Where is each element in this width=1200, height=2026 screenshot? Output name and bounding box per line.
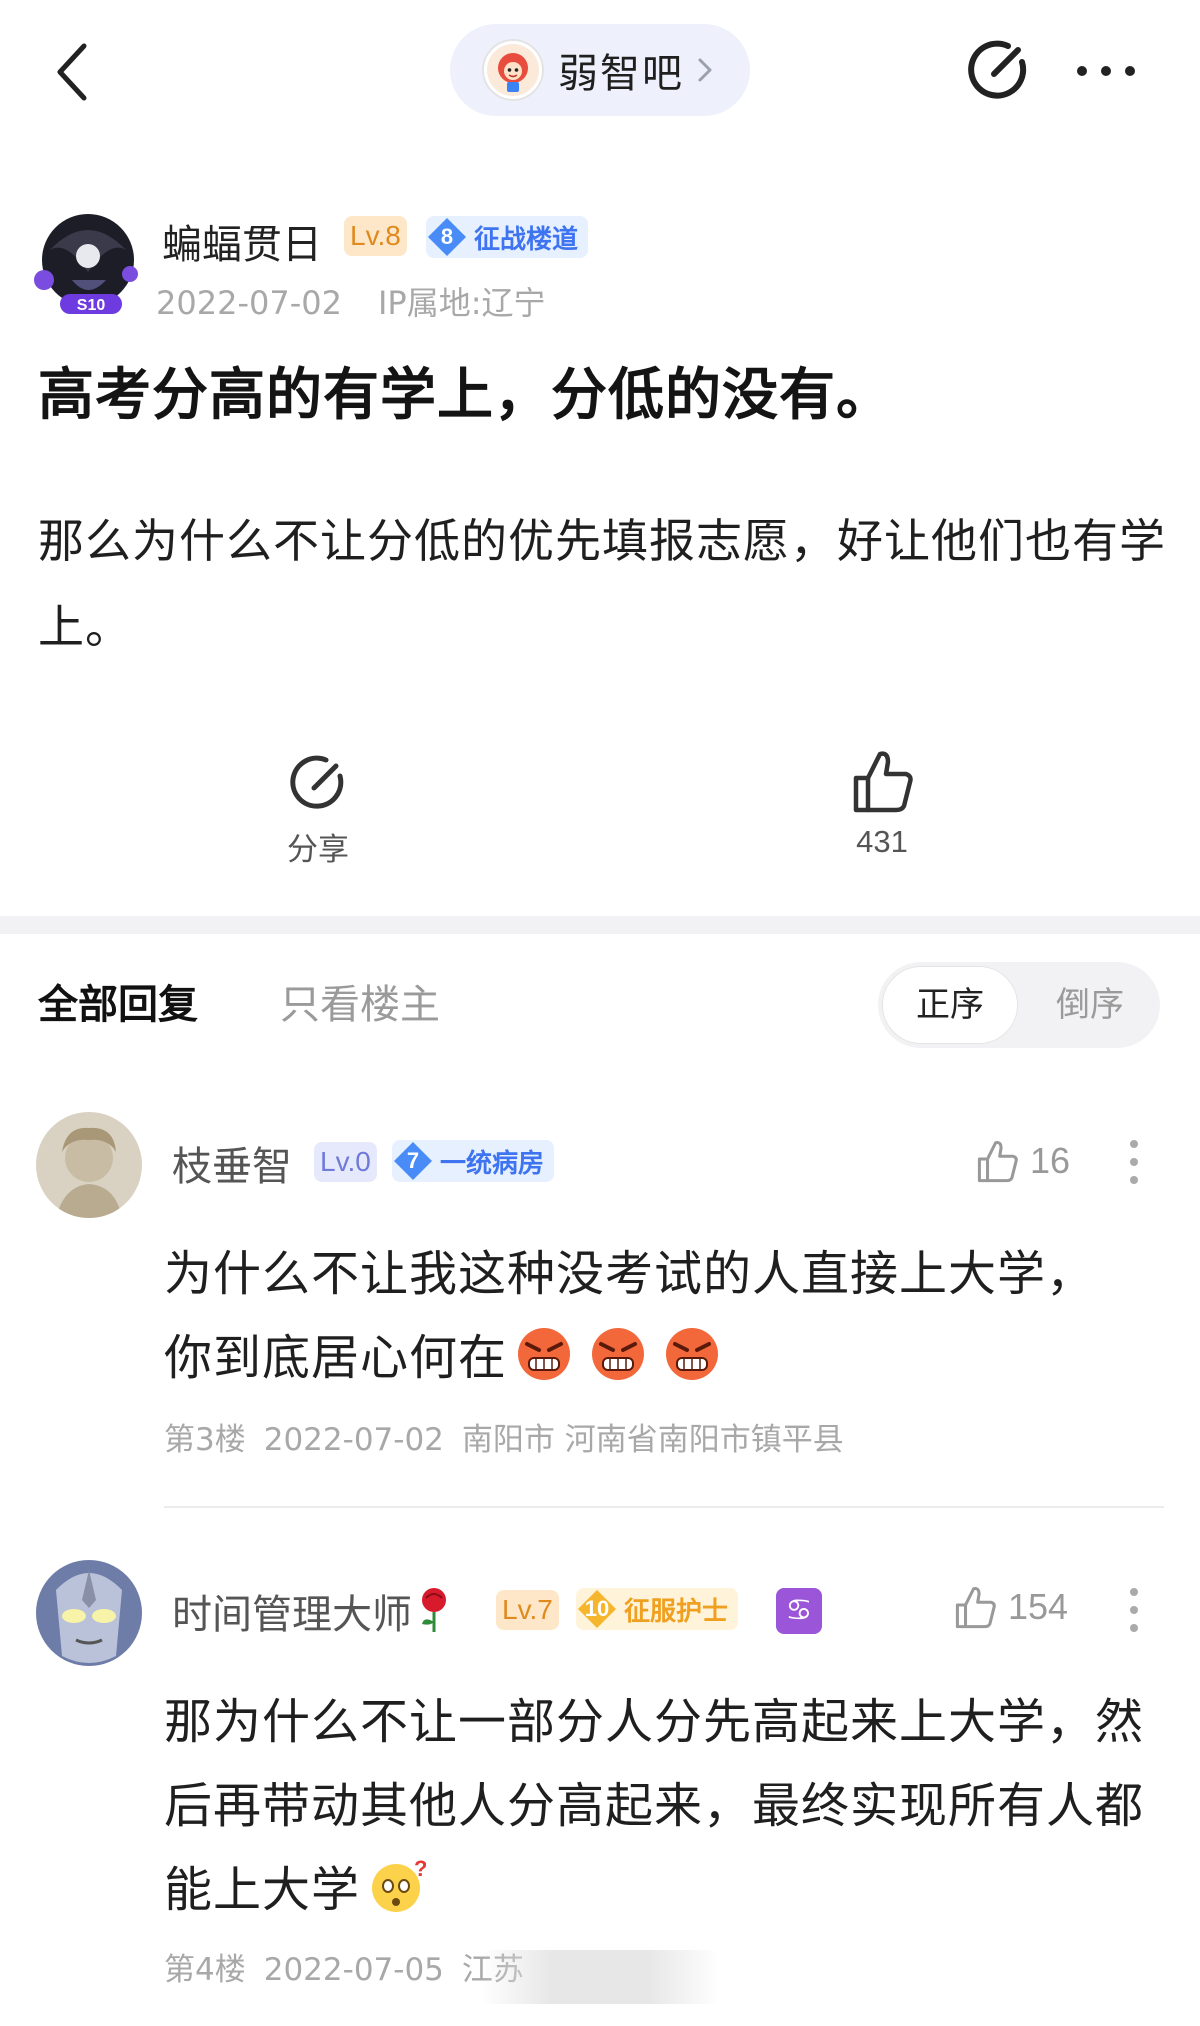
author-title-text: 征战楼道 <box>474 224 579 255</box>
cancer-zodiac-icon: ♋ <box>776 1588 822 1634</box>
reply-meta: 第3楼 2022-07-02 南阳市 河南省南阳市镇平县 <box>164 1414 844 1459</box>
share-edit-icon <box>968 40 1027 99</box>
reply-username[interactable]: 时间管理大师 <box>172 1582 454 1640</box>
watermark-overlay <box>480 1950 720 2004</box>
reply-like-count: 16 <box>1030 1140 1071 1181</box>
section-divider <box>0 916 1200 934</box>
reply-date: 2022-07-02 <box>263 1422 444 1458</box>
thumbs-up-icon <box>977 1141 1018 1183</box>
svg-text:S10: S10 <box>77 297 106 314</box>
thumbs-up-icon <box>955 1587 996 1629</box>
share-top-button[interactable] <box>966 38 1030 102</box>
reply-location: 南阳市 河南省南阳市镇平县 <box>461 1422 844 1458</box>
reply-meta: 第4楼2022-07-05江苏 <box>164 1944 524 1989</box>
top-bar: 弱智吧 <box>0 0 1200 140</box>
back-button[interactable] <box>50 40 94 104</box>
author-title-badge: 8 征战楼道 <box>426 216 589 258</box>
angry-face-emoji <box>515 1324 573 1380</box>
vertical-dots-icon <box>1130 1140 1138 1184</box>
svg-text:?: ? <box>414 1858 426 1881</box>
share-action-button[interactable]: 分享 <box>276 754 360 869</box>
title-level-diamond-icon: 8 <box>426 216 468 258</box>
reply-title-badge: 7 一统病房 <box>392 1140 555 1182</box>
chevron-left-icon <box>57 43 87 101</box>
reply-level-badge: Lv.7 <box>496 1590 559 1630</box>
more-options-button[interactable] <box>1072 56 1140 86</box>
forum-avatar <box>484 41 542 99</box>
reply-date: 2022-07-05 <box>263 1952 444 1988</box>
post-title: 高考分高的有学上，分低的没有。 <box>38 363 893 428</box>
reply-level-badge: Lv.0 <box>314 1142 377 1182</box>
title-level-diamond-icon: 7 <box>392 1140 434 1182</box>
rose-icon <box>422 1588 446 1632</box>
share-label: 分享 <box>287 832 349 867</box>
chevron-right-icon <box>698 58 712 82</box>
vertical-dots-icon <box>1130 1588 1138 1632</box>
reply-like-button[interactable]: 16 <box>974 1138 1070 1184</box>
reply-text-line: 为什么不让我这种没考试的人直接上大学， <box>164 1246 1096 1302</box>
reply-username[interactable]: 枝垂智 <box>172 1134 292 1192</box>
reply-avatar[interactable] <box>36 1112 142 1218</box>
reply-title-badge: 10 征服护士 <box>576 1588 739 1630</box>
thumbs-up-icon <box>853 751 913 813</box>
post-body: 那么为什么不让分低的优先填报志愿，好让他们也有学上。 <box>38 514 1166 654</box>
reply-like-button[interactable]: 154 <box>952 1584 1068 1630</box>
sort-toggle: 正序 倒序 <box>878 962 1160 1048</box>
confused-face-emoji: ? <box>368 1856 427 1912</box>
reply-floor: 第3楼 <box>164 1422 246 1458</box>
sort-descending-button[interactable]: 倒序 <box>1024 966 1156 1044</box>
angry-face-emoji <box>663 1324 721 1380</box>
reply-more-button[interactable] <box>1126 1138 1142 1186</box>
reply-text: 那为什么不让一部分人分先高起来上大学，然后再带动其他人分高起来，最终实现所有人都… <box>164 1694 1145 1918</box>
tab-owner-only[interactable]: 只看楼主 <box>280 972 440 1030</box>
forum-entry-button[interactable]: 弱智吧 <box>450 24 750 116</box>
post-meta: 2022-07-02 IP属地:辽宁 <box>156 278 546 324</box>
reply-more-button[interactable] <box>1126 1586 1142 1634</box>
post-ip-location: IP属地:辽宁 <box>377 284 546 322</box>
more-dots-icon <box>1077 66 1135 76</box>
author-avatar[interactable]: S10 <box>30 210 142 314</box>
post-date: 2022-07-02 <box>156 284 342 322</box>
reply-title-text: 征服护士 <box>624 1596 729 1627</box>
reply-avatar[interactable] <box>36 1560 142 1666</box>
share-icon <box>290 755 344 809</box>
reply-like-count: 154 <box>1008 1586 1069 1627</box>
author-name[interactable]: 蝙蝠贯日 <box>162 212 322 270</box>
forum-name: 弱智吧 <box>558 51 684 97</box>
angry-face-emoji <box>589 1324 647 1380</box>
reply-divider <box>164 1506 1164 1508</box>
like-action-button[interactable]: 431 <box>840 748 924 860</box>
sort-ascending-button[interactable]: 正序 <box>882 966 1018 1044</box>
title-level-diamond-icon: 10 <box>576 1588 618 1630</box>
reply-text-line-with-emoji: 你到底居心何在 <box>164 1316 1174 1400</box>
like-count: 431 <box>856 824 908 859</box>
reply-text: 为什么不让我这种没考试的人直接上大学， 你到底居心何在 <box>164 1232 1174 1400</box>
author-level-badge: Lv.8 <box>344 216 407 256</box>
reply-floor: 第4楼 <box>164 1952 246 1988</box>
tab-all-replies[interactable]: 全部回复 <box>38 972 198 1030</box>
reply-title-text: 一统病房 <box>440 1148 545 1179</box>
